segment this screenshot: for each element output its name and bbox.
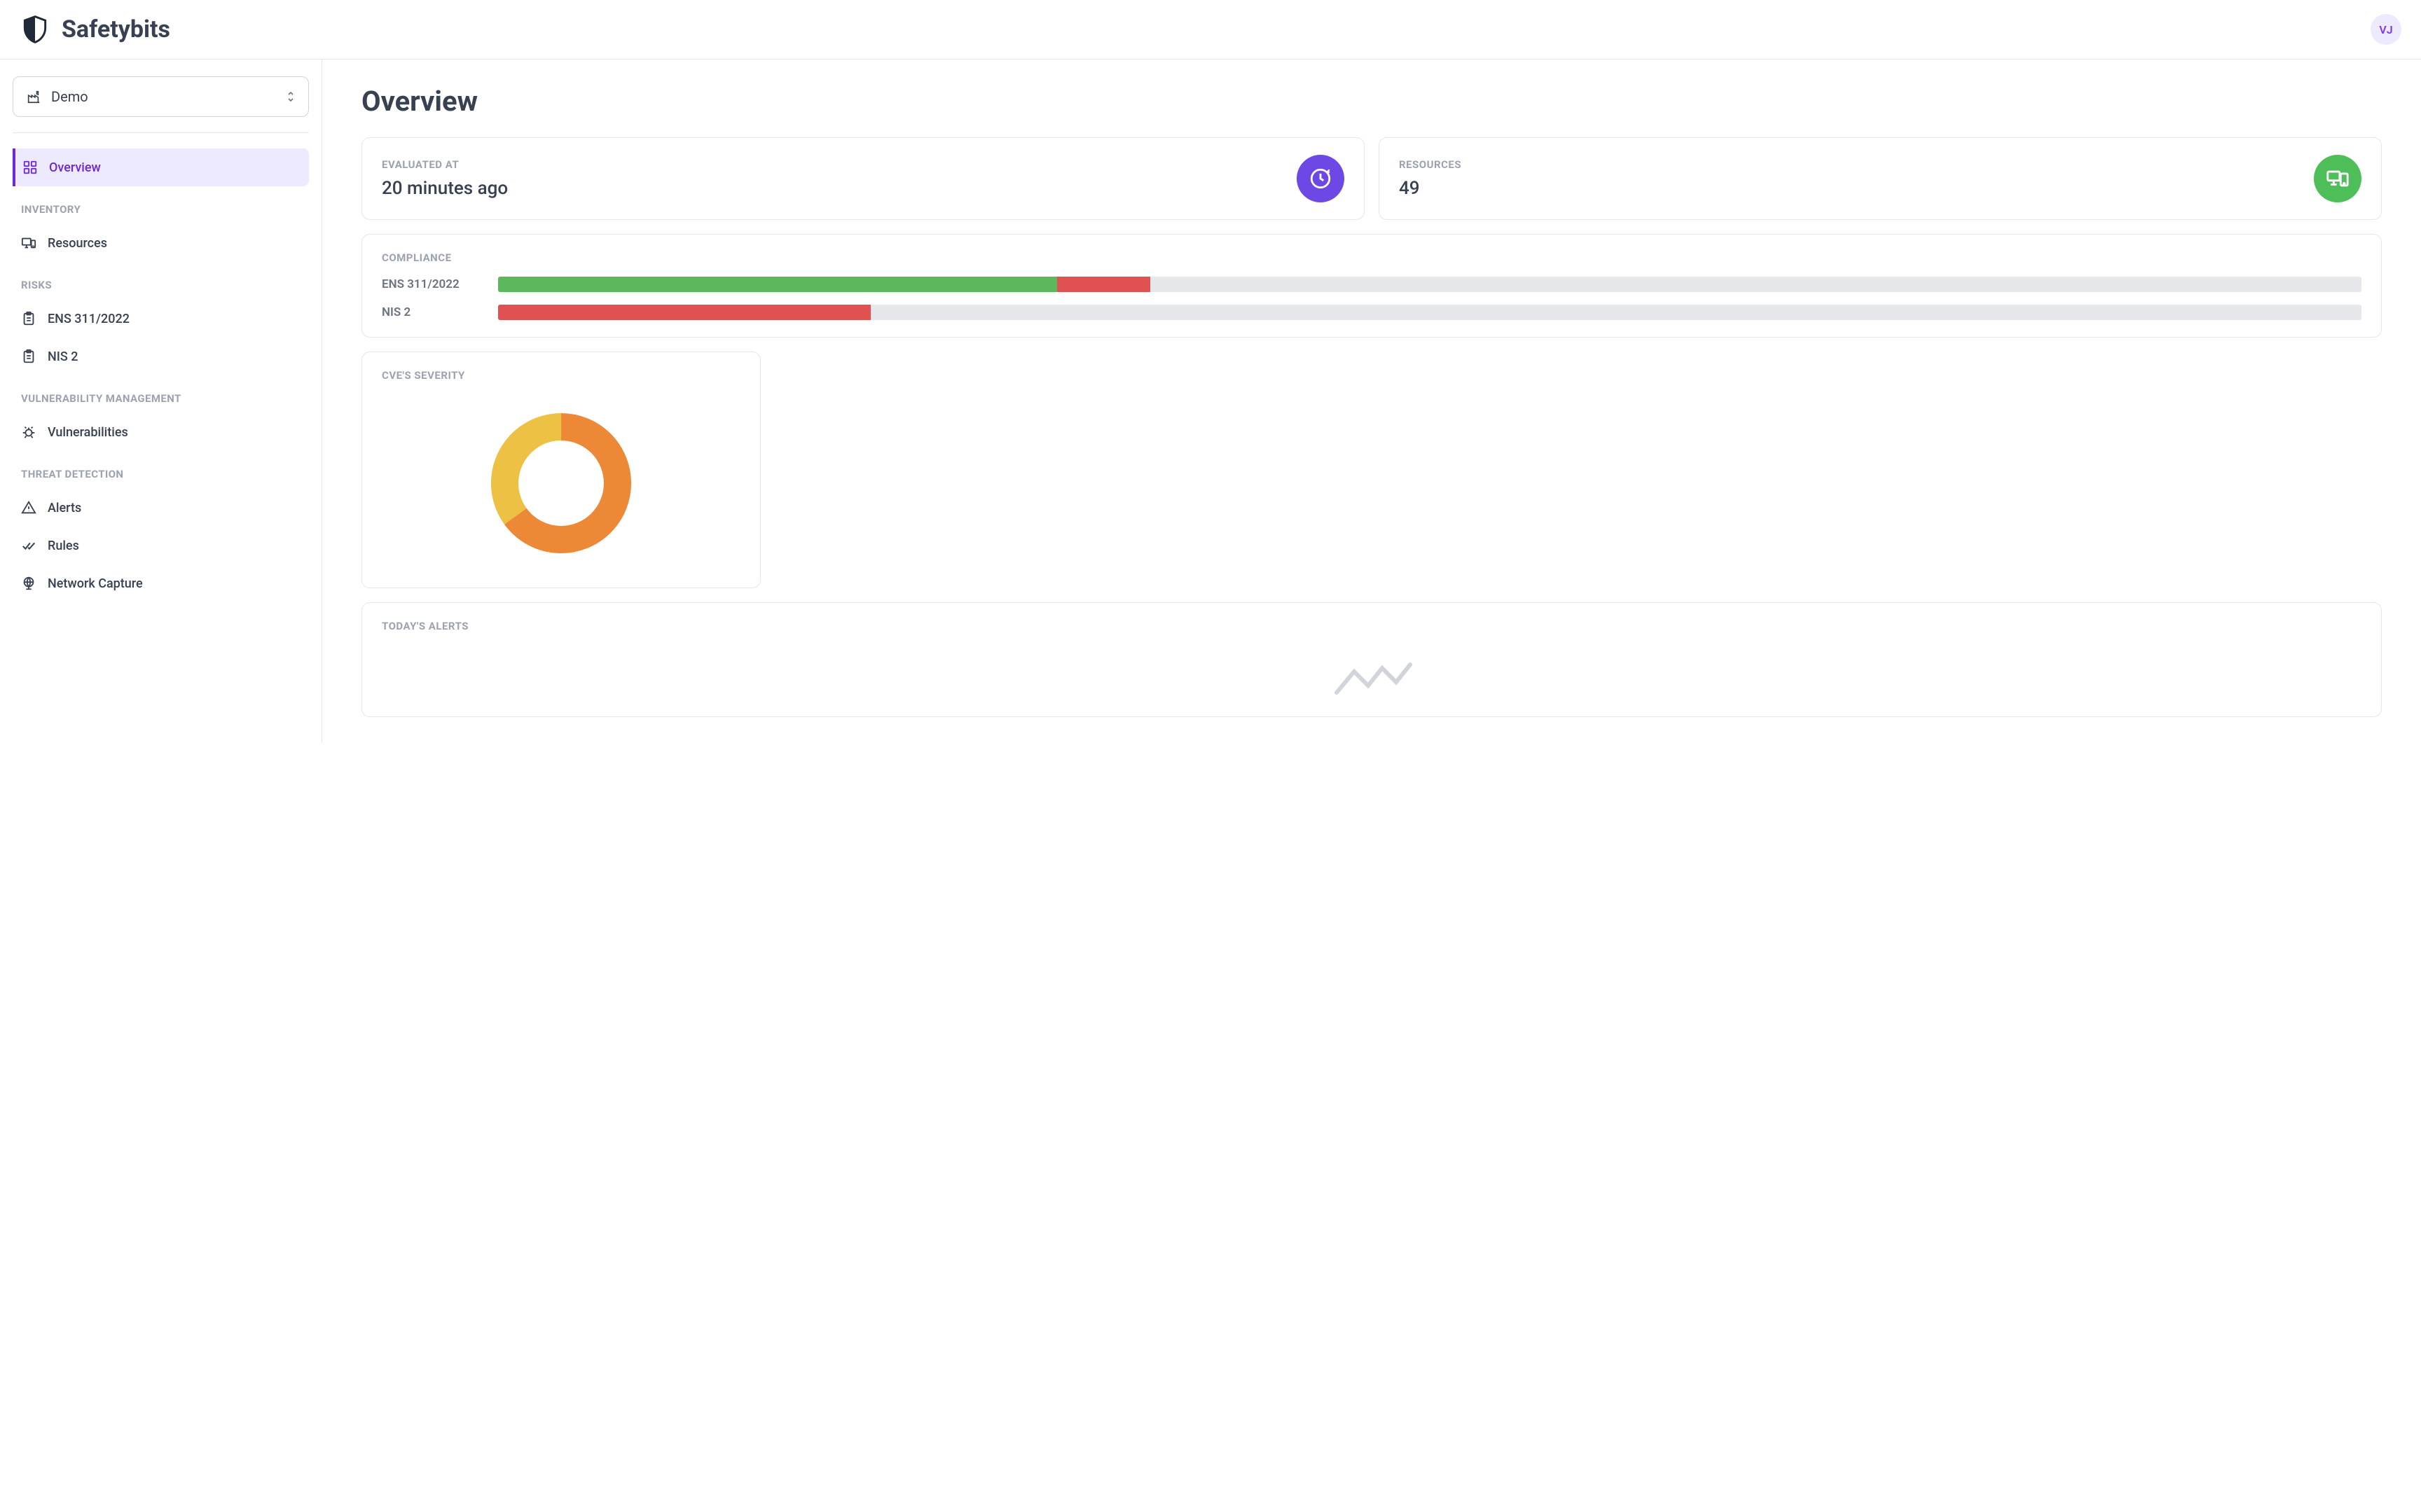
- checkmarks-icon: [21, 538, 36, 553]
- stat-label: RESOURCES: [1399, 158, 1461, 171]
- compliance-bar: [498, 277, 2361, 292]
- workspace-selector[interactable]: Demo: [13, 76, 309, 117]
- nav-label: NIS 2: [48, 349, 78, 364]
- main-content: Overview EVALUATED AT 20 minutes ago RES…: [322, 60, 2421, 742]
- severity-donut-chart: [481, 403, 642, 564]
- section-inventory: INVENTORY: [13, 186, 309, 224]
- user-avatar[interactable]: VJ: [2371, 14, 2401, 45]
- compliance-row: NIS 2: [382, 305, 2361, 320]
- shield-icon: [20, 14, 50, 45]
- compliance-bar: [498, 305, 2361, 320]
- bug-icon: [21, 424, 36, 440]
- stat-value: 20 minutes ago: [382, 178, 508, 199]
- todays-alerts-card: TODAY'S ALERTS: [361, 602, 2382, 717]
- resources-card: RESOURCES 49: [1379, 137, 2382, 220]
- compliance-name: ENS 311/2022: [382, 277, 480, 291]
- section-vuln: VULNERABILITY MANAGEMENT: [13, 375, 309, 413]
- nav-rules[interactable]: Rules: [13, 527, 309, 564]
- app-header: Safetybits VJ: [0, 0, 2421, 60]
- bar-fail: [498, 305, 871, 320]
- compliance-row: ENS 311/2022: [382, 277, 2361, 292]
- clipboard-icon: [21, 349, 36, 364]
- nav-vulnerabilities[interactable]: Vulnerabilities: [13, 413, 309, 451]
- cve-severity-card: CVE'S SEVERITY: [361, 352, 761, 588]
- card-title: TODAY'S ALERTS: [382, 620, 2361, 632]
- stat-value: 49: [1399, 178, 1461, 199]
- stat-label: EVALUATED AT: [382, 158, 508, 171]
- clock-icon: [1297, 155, 1344, 202]
- nav-nis2[interactable]: NIS 2: [13, 338, 309, 375]
- nav-ens[interactable]: ENS 311/2022: [13, 300, 309, 338]
- nav-resources[interactable]: Resources: [13, 224, 309, 262]
- card-title: CVE'S SEVERITY: [382, 369, 740, 382]
- nav-label: Overview: [49, 160, 101, 175]
- nav-label: Rules: [48, 539, 79, 553]
- nav-network-capture[interactable]: Network Capture: [13, 564, 309, 602]
- clipboard-icon: [21, 311, 36, 326]
- nav-label: ENS 311/2022: [48, 312, 130, 326]
- card-title: COMPLIANCE: [382, 251, 2361, 264]
- nav-label: Alerts: [48, 501, 81, 515]
- compliance-name: NIS 2: [382, 305, 480, 319]
- nav-label: Resources: [48, 236, 107, 251]
- chevrons-up-down-icon: [286, 90, 296, 103]
- devices-icon: [21, 235, 36, 251]
- page-title: Overview: [361, 85, 2382, 118]
- nav-overview[interactable]: Overview: [13, 148, 309, 186]
- workspace-name: Demo: [51, 88, 276, 105]
- nav-alerts[interactable]: Alerts: [13, 489, 309, 527]
- nav-label: Vulnerabilities: [48, 425, 128, 440]
- avatar-initials: VJ: [2379, 23, 2392, 36]
- brand-name: Safetybits: [62, 15, 170, 43]
- warning-icon: [21, 500, 36, 515]
- section-threat: THREAT DETECTION: [13, 451, 309, 489]
- divider: [13, 132, 309, 133]
- dashboard-icon: [22, 160, 38, 175]
- factory-icon: [26, 89, 41, 104]
- devices-icon: [2314, 155, 2361, 202]
- empty-state-icon: [382, 639, 2361, 700]
- compliance-card: COMPLIANCE ENS 311/2022 NIS 2: [361, 234, 2382, 338]
- brand[interactable]: Safetybits: [20, 14, 170, 45]
- globe-icon: [21, 576, 36, 591]
- bar-fail: [1057, 277, 1150, 292]
- evaluated-at-card: EVALUATED AT 20 minutes ago: [361, 137, 1365, 220]
- nav-label: Network Capture: [48, 576, 143, 591]
- sidebar: Demo Overview INVENTORY Resources RISKS: [0, 60, 322, 742]
- bar-pass: [498, 277, 1057, 292]
- section-risks: RISKS: [13, 262, 309, 300]
